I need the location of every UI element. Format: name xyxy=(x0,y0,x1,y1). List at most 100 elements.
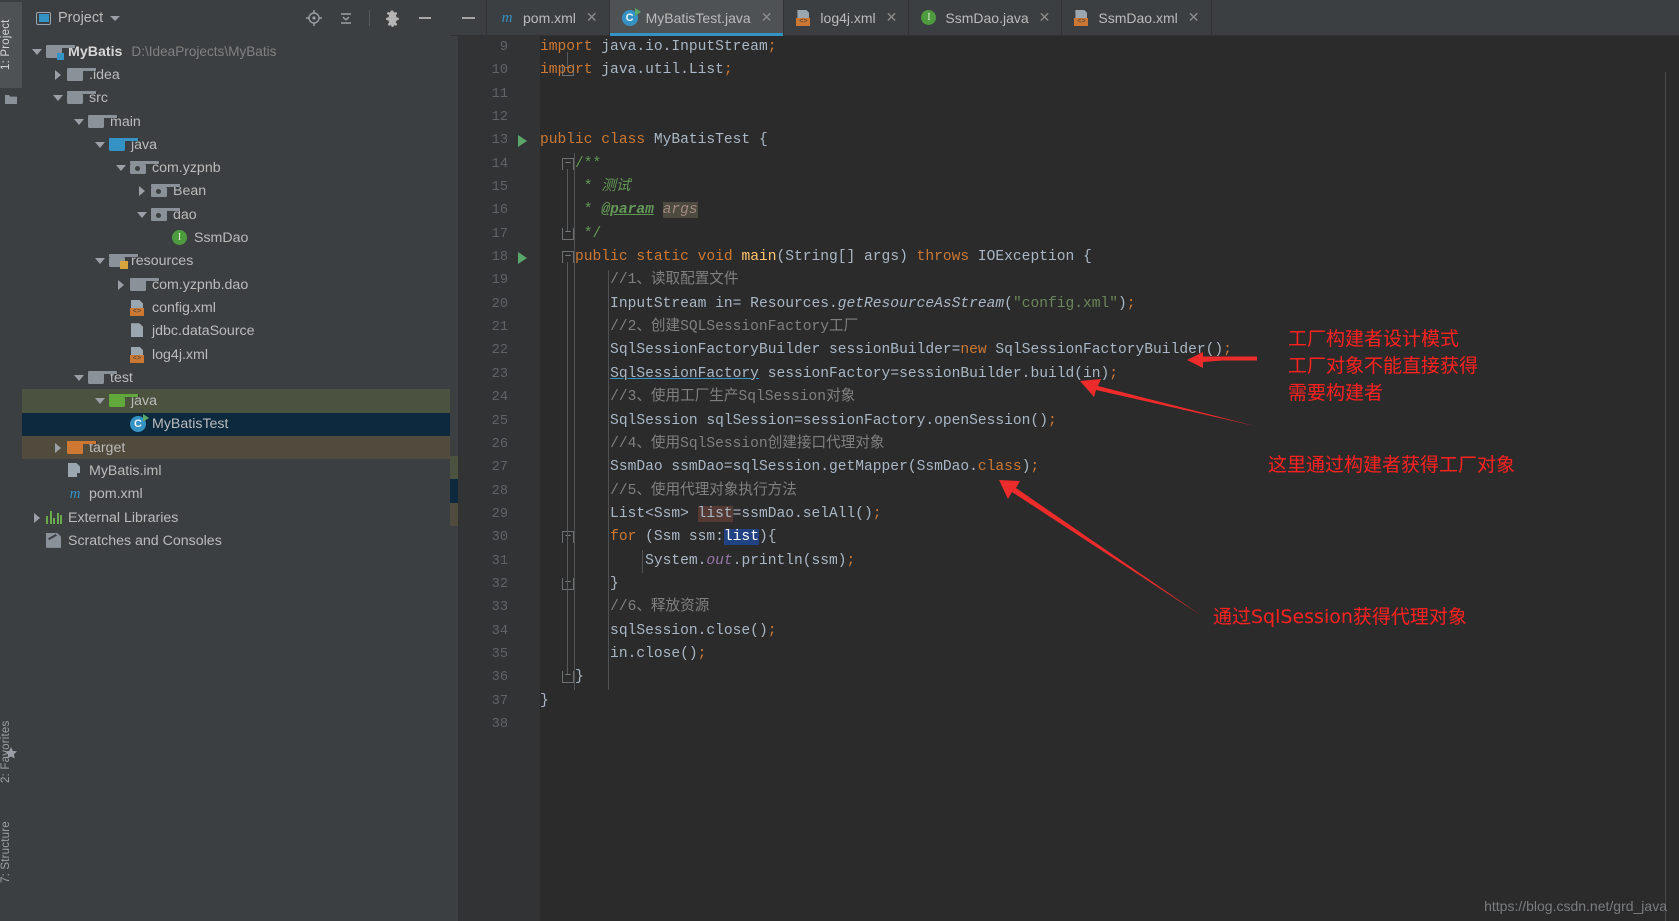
line-number: 28 xyxy=(491,483,508,499)
collapse-all-icon[interactable] xyxy=(337,9,355,27)
chevron-right-icon[interactable] xyxy=(51,67,67,83)
tree-item-bean[interactable]: Bean xyxy=(22,180,450,203)
code-line-31[interactable]: 31 System.out.println(ssm); xyxy=(450,550,1679,573)
code-line-19[interactable]: 19 //1、读取配置文件 xyxy=(450,269,1679,292)
code-line-22[interactable]: 22 SqlSessionFactoryBuilder sessionBuild… xyxy=(450,339,1679,362)
code-line-29[interactable]: 29 List<Ssm> list=ssmDao.selAll(); xyxy=(450,503,1679,526)
close-icon[interactable]: ✕ xyxy=(761,9,773,26)
code-line-21[interactable]: 21 //2、创建SQLSessionFactory工厂 xyxy=(450,316,1679,339)
close-icon[interactable]: ✕ xyxy=(886,9,898,26)
tree-item--idea[interactable]: .idea xyxy=(22,63,450,86)
editor-tab-ssmdao-java[interactable]: I SsmDao.java ✕ xyxy=(909,0,1063,35)
line-number: 35 xyxy=(491,646,508,662)
tree-item-java[interactable]: java xyxy=(22,133,450,156)
chevron-right-icon[interactable] xyxy=(114,277,130,293)
code-line-35[interactable]: 35 in.close(); xyxy=(450,643,1679,666)
chevron-down-icon[interactable] xyxy=(93,253,109,269)
tree-item-config-xml[interactable]: <> config.xml xyxy=(22,296,450,319)
locate-icon[interactable] xyxy=(305,9,323,27)
tree-item-external-libraries[interactable]: External Libraries xyxy=(22,506,450,529)
code-line-38[interactable]: 38 xyxy=(450,713,1679,736)
code-text: SqlSessionFactoryBuilder sessionBuilder=… xyxy=(540,342,1232,359)
chevron-right-icon[interactable] xyxy=(51,440,67,456)
code-line-37[interactable]: 37} xyxy=(450,690,1679,713)
chevron-right-icon[interactable] xyxy=(30,510,46,526)
project-view-selector[interactable]: Project xyxy=(28,10,121,26)
indent-guide xyxy=(608,269,609,690)
gear-icon[interactable] xyxy=(384,9,402,27)
code-line-33[interactable]: 33 //6、释放资源 xyxy=(450,596,1679,619)
editor-tab-pom-xml[interactable]: m pom.xml ✕ xyxy=(487,0,610,35)
close-icon[interactable]: ✕ xyxy=(586,9,598,26)
code-line-13[interactable]: 13 public class MyBatisTest { xyxy=(450,129,1679,152)
tree-item-pom-xml[interactable]: m pom.xml xyxy=(22,483,450,506)
line-number: 27 xyxy=(491,460,508,476)
tree-item-mybatistest[interactable]: C MyBatisTest xyxy=(22,412,450,437)
code-line-15[interactable]: 15 * 测试 xyxy=(450,176,1679,199)
chevron-down-icon[interactable] xyxy=(93,137,109,153)
tree-item-mybatis-iml[interactable]: MyBatis.iml xyxy=(22,459,450,482)
chevron-down-icon[interactable] xyxy=(93,393,109,409)
code-line-17[interactable]: 17− */ xyxy=(450,223,1679,246)
tree-item-com-yzpnb-dao[interactable]: com.yzpnb.dao xyxy=(22,273,450,296)
code-line-24[interactable]: 24 //3、使用工厂生产SqlSession对象 xyxy=(450,386,1679,409)
chevron-down-icon[interactable] xyxy=(110,15,121,21)
annotation-factory-not-direct: 工厂对象不能直接获得 xyxy=(1288,355,1479,377)
code-line-14[interactable]: 14− /** xyxy=(450,153,1679,176)
code-line-28[interactable]: 28 //5、使用代理对象执行方法 xyxy=(450,480,1679,503)
tool-button-structure[interactable]: 7: Structure xyxy=(0,800,22,905)
chevron-down-icon[interactable] xyxy=(30,44,46,60)
tree-item-mybatis[interactable]: MyBatis D:\IdeaProjects\MyBatis xyxy=(22,40,450,63)
code-line-34[interactable]: 34 sqlSession.close(); xyxy=(450,620,1679,643)
code-line-36[interactable]: 36− } xyxy=(450,666,1679,689)
editor-tab-mybatistest-java[interactable]: C MyBatisTest.java ✕ xyxy=(609,0,785,36)
tool-button-project[interactable]: 1: Project xyxy=(0,2,22,88)
minimize-icon[interactable] xyxy=(450,0,487,35)
line-number: 24 xyxy=(491,390,508,406)
chevron-right-icon[interactable] xyxy=(135,183,151,199)
close-icon[interactable]: ✕ xyxy=(1039,9,1051,26)
tree-item-com-yzpnb[interactable]: com.yzpnb xyxy=(22,156,450,179)
code-line-9[interactable]: 9 import java.io.InputStream; xyxy=(450,36,1679,59)
code-text: } xyxy=(540,669,584,686)
code-line-30[interactable]: 30− for (Ssm ssm:list){ xyxy=(450,526,1679,549)
code-line-10[interactable]: 10− import java.util.List; xyxy=(450,59,1679,82)
code-line-20[interactable]: 20 InputStream in= Resources.getResource… xyxy=(450,293,1679,316)
code-line-11[interactable]: 11 xyxy=(450,83,1679,106)
tree-item-scratches-and-consoles[interactable]: Scratches and Consoles xyxy=(22,529,450,552)
tree-item-ssmdao[interactable]: I SsmDao xyxy=(22,226,450,249)
tree-item-label: External Libraries xyxy=(68,509,179,526)
code-line-23[interactable]: 23 SqlSessionFactory sessionFactory=sess… xyxy=(450,363,1679,386)
tree-item-target[interactable]: target xyxy=(22,436,450,460)
tree-item-test[interactable]: test xyxy=(22,366,450,389)
chevron-down-icon[interactable] xyxy=(114,160,130,176)
run-gutter-icon[interactable] xyxy=(518,135,527,148)
tree-item-log4j-xml[interactable]: <> log4j.xml xyxy=(22,343,450,366)
chevron-down-icon[interactable] xyxy=(51,90,67,106)
tree-item-main[interactable]: main xyxy=(22,110,450,133)
chevron-down-icon[interactable] xyxy=(72,114,88,130)
editor-tab-ssmdao-xml[interactable]: <> SsmDao.xml ✕ xyxy=(1062,0,1212,35)
project-tree[interactable]: MyBatis D:\IdeaProjects\MyBatis .idea src ma… xyxy=(22,36,450,553)
package-icon xyxy=(151,207,181,221)
class-runnable-icon: C xyxy=(130,414,149,433)
code-content[interactable]: 9 import java.io.InputStream; 10− import ja… xyxy=(450,36,1679,736)
editor-tab-log4j-xml[interactable]: <> log4j.xml ✕ xyxy=(784,0,910,35)
close-icon[interactable]: ✕ xyxy=(1188,9,1200,26)
code-text: */ xyxy=(583,225,602,242)
run-gutter-icon[interactable] xyxy=(518,252,527,265)
tree-item-java[interactable]: java xyxy=(22,389,450,413)
chevron-down-icon[interactable] xyxy=(72,370,88,386)
tree-item-src[interactable]: src xyxy=(22,87,450,110)
tree-item-dao[interactable]: dao xyxy=(22,203,450,226)
code-line-16[interactable]: 16 * @param args xyxy=(450,199,1679,222)
tree-item-resources[interactable]: resources xyxy=(22,250,450,273)
code-line-32[interactable]: 32− } xyxy=(450,573,1679,596)
line-number: 22 xyxy=(491,343,508,359)
code-line-25[interactable]: 25 SqlSession sqlSession=sessionFactory.… xyxy=(450,410,1679,433)
tree-item-jdbc-datasource[interactable]: jdbc.dataSource xyxy=(22,320,450,343)
code-line-12[interactable]: 12 xyxy=(450,106,1679,129)
code-line-18[interactable]: 18− public static void main(String[] arg… xyxy=(450,246,1679,269)
hide-panel-icon[interactable] xyxy=(416,9,434,27)
chevron-down-icon[interactable] xyxy=(135,207,151,223)
